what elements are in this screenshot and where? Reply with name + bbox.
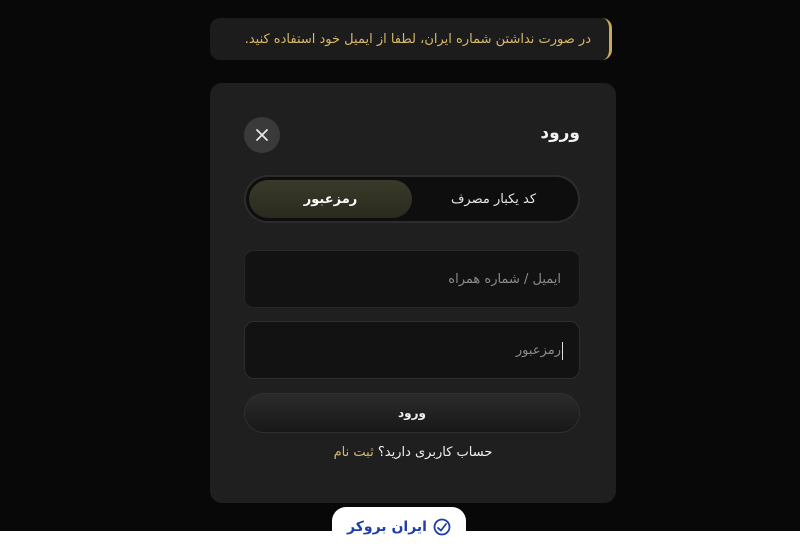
info-notice-text: در صورت نداشتن شماره ایران، لطفا از ایمی… <box>244 31 591 47</box>
close-icon <box>256 129 268 141</box>
password-field-wrapper <box>244 321 580 379</box>
signup-prompt: حساب کاربری دارید؟ ثبت نام <box>210 445 616 460</box>
info-notice: در صورت نداشتن شماره ایران، لطفا از ایمی… <box>210 18 612 60</box>
chart-check-icon <box>433 518 451 535</box>
identifier-input[interactable] <box>261 270 563 288</box>
tab-password[interactable]: رمزعبور <box>249 180 412 218</box>
login-method-switch: کد یکبار مصرف رمزعبور <box>244 175 580 223</box>
text-caret <box>562 342 563 360</box>
brand-logo: ایران بروکر <box>332 507 466 546</box>
login-title: ورود <box>540 123 580 143</box>
brand-name: ایران بروکر <box>347 518 427 535</box>
password-input[interactable] <box>261 341 563 359</box>
login-submit-button[interactable]: ورود <box>244 393 580 433</box>
login-card: ورود کد یکبار مصرف رمزعبور ورود حساب کار… <box>210 83 616 503</box>
signup-question: حساب کاربری دارید؟ <box>377 445 493 460</box>
tab-otp[interactable]: کد یکبار مصرف <box>412 180 575 218</box>
identifier-field-wrapper <box>244 250 580 308</box>
signup-link[interactable]: ثبت نام <box>334 445 374 460</box>
close-button[interactable] <box>244 117 280 153</box>
